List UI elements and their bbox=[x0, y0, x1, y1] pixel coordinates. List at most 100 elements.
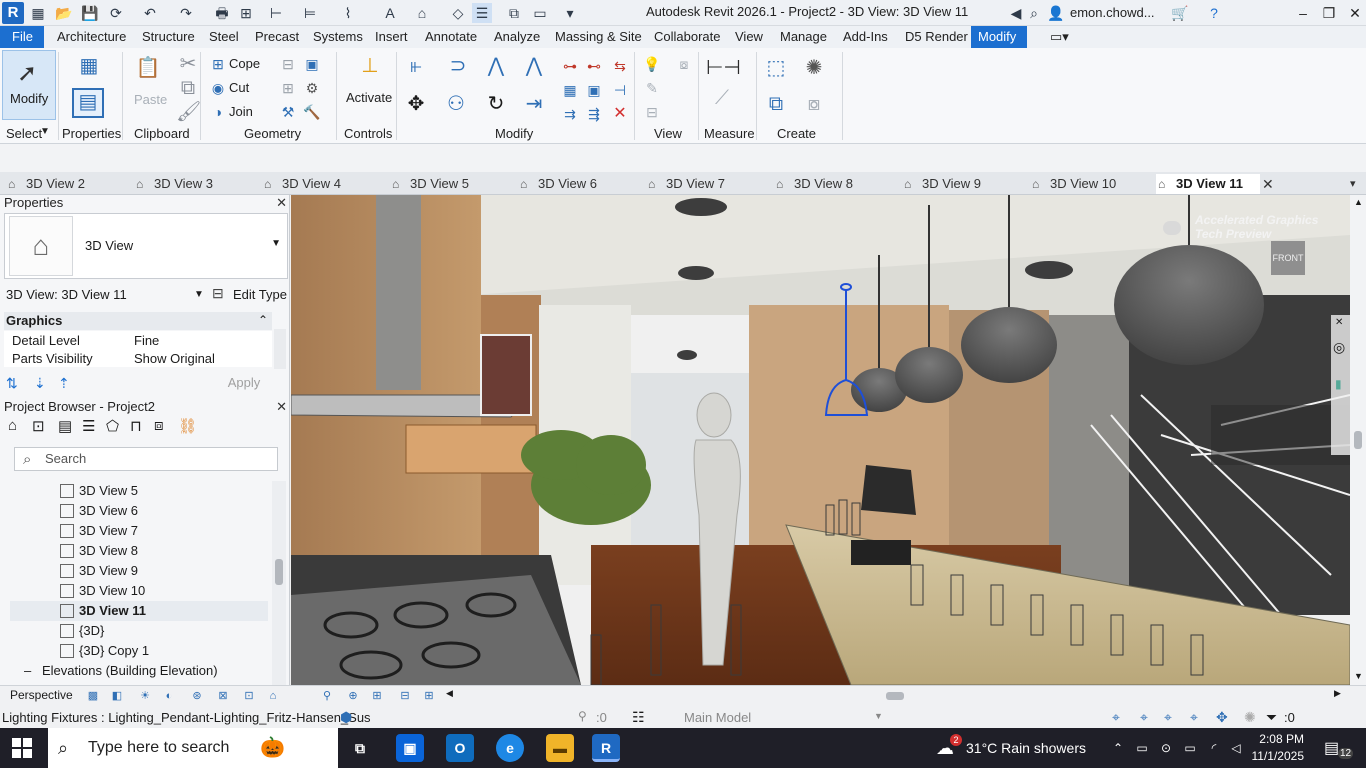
tab-d5-render[interactable]: D5 Render bbox=[899, 26, 974, 48]
join-icon[interactable]: ◑ bbox=[206, 100, 230, 124]
render-icon[interactable]: ⊛ bbox=[190, 689, 204, 703]
edge-icon[interactable]: e bbox=[496, 734, 524, 762]
help-icon[interactable]: ? bbox=[1204, 3, 1224, 23]
pin-icon[interactable]: ⊣ bbox=[608, 78, 632, 102]
taskbar-search-input[interactable]: ⌕ Type here to search 🎃 bbox=[48, 728, 338, 768]
select-underlay-icon[interactable]: ⌖ bbox=[1140, 709, 1148, 726]
sheets-icon[interactable]: ▤ bbox=[58, 417, 72, 435]
design-options-icon[interactable]: ☷ bbox=[632, 709, 645, 726]
hide-element-icon[interactable]: 💡 bbox=[640, 52, 664, 76]
highlight-displacement-icon[interactable]: ⊞ bbox=[422, 689, 436, 703]
type-selector[interactable]: ⌂ 3D View ▼ bbox=[4, 213, 288, 279]
mirror-draw-icon[interactable]: ⋀ bbox=[522, 54, 546, 78]
cut-label[interactable]: Cut bbox=[229, 80, 249, 95]
align-icon[interactable]: ⫦ bbox=[404, 54, 428, 78]
cart-icon[interactable]: 🛒 bbox=[1170, 3, 1190, 23]
view-tab-3d-view-7[interactable]: ⌂ 3D View 7 bbox=[646, 174, 725, 194]
tab-add-ins[interactable]: Add-Ins bbox=[837, 26, 894, 48]
tree-item-3d[interactable]: {3D} bbox=[10, 621, 268, 641]
revit-taskbar-icon[interactable]: R bbox=[592, 734, 620, 762]
create-assembly-icon[interactable]: ⬚ bbox=[762, 56, 790, 80]
select-by-face-icon[interactable]: ⌖ bbox=[1190, 709, 1198, 726]
tab-annotate[interactable]: Annotate bbox=[419, 26, 483, 48]
measure-qat-icon[interactable]: ⊢ bbox=[266, 3, 286, 23]
task-view-icon[interactable]: ⧉ bbox=[346, 734, 374, 762]
worksets-icon[interactable]: ⚲ bbox=[578, 709, 587, 723]
tree-item-3d-view-10[interactable]: 3D View 10 bbox=[10, 581, 268, 601]
tree-item-3d-view-11[interactable]: 3D View 11 bbox=[10, 601, 268, 621]
shadows-icon[interactable]: ◐ bbox=[162, 689, 176, 703]
home-icon[interactable]: ▦ bbox=[28, 3, 48, 23]
sort-icon[interactable]: ⇅ bbox=[6, 375, 18, 392]
tab-insert[interactable]: Insert bbox=[369, 26, 414, 48]
selection-box-icon[interactable]: ⊟ bbox=[640, 100, 664, 124]
scroll-down-icon[interactable]: ▼ bbox=[1354, 671, 1363, 681]
edit-type-button[interactable]: Edit Type bbox=[233, 287, 287, 302]
create-similar-icon[interactable]: ⧇ bbox=[800, 92, 828, 116]
link-chain-icon[interactable]: ⛓ bbox=[178, 417, 197, 435]
prop-row-detail-level[interactable]: Detail Level Fine bbox=[4, 331, 272, 349]
tree-item-3d-view-8[interactable]: 3D View 8 bbox=[10, 541, 268, 561]
chevron-down-icon[interactable]: ▼ bbox=[874, 711, 883, 721]
delete-icon[interactable]: ✕ bbox=[608, 102, 632, 126]
tab-analyze[interactable]: Analyze bbox=[488, 26, 546, 48]
clock-time[interactable]: 2:08 PM bbox=[1254, 732, 1304, 746]
move-icon[interactable]: ✥ bbox=[404, 92, 428, 116]
paste-label[interactable]: Paste bbox=[134, 92, 167, 107]
save-icon[interactable]: 💾 bbox=[80, 3, 100, 23]
cope-icon[interactable]: ⊞ bbox=[206, 52, 230, 76]
linework-icon[interactable]: ✎ bbox=[640, 76, 664, 100]
close-icon[interactable]: ✕ bbox=[1335, 317, 1343, 328]
graphics-toggle[interactable] bbox=[1163, 221, 1181, 235]
cut-profile-icon[interactable]: ⚒ bbox=[276, 100, 300, 124]
show-crop-icon[interactable]: ⊡ bbox=[242, 689, 256, 703]
3d-viewport[interactable]: Accelerated Graphics Tech Preview FRONT … bbox=[291, 195, 1350, 685]
sheet-icon[interactable]: ⊞ bbox=[236, 3, 256, 23]
open-icon[interactable]: 📂 bbox=[54, 3, 74, 23]
cut-icon[interactable]: ◉ bbox=[206, 76, 230, 100]
sync-icon[interactable]: ⟳ bbox=[106, 3, 126, 23]
tree-item-3d-view-6[interactable]: 3D View 6 bbox=[10, 501, 268, 521]
activate-controls-icon[interactable]: ⊥ bbox=[356, 54, 384, 78]
visual-style-icon[interactable]: ◧ bbox=[110, 689, 124, 703]
prop-value[interactable]: Fine bbox=[134, 333, 159, 348]
tab-file[interactable]: File bbox=[0, 26, 44, 48]
minimize-button[interactable]: – bbox=[1290, 3, 1316, 23]
dimension-icon[interactable]: ⟋ bbox=[706, 86, 738, 110]
file-explorer-icon[interactable]: ▬ bbox=[546, 734, 574, 762]
properties-scrollbar[interactable] bbox=[274, 329, 286, 369]
zoom-icon[interactable]: ▮ bbox=[1335, 377, 1342, 391]
chevron-left-icon[interactable]: ◀ bbox=[1006, 3, 1026, 23]
user-icon[interactable]: 👤 bbox=[1046, 3, 1066, 23]
type-properties-icon[interactable]: ▦ bbox=[74, 54, 104, 78]
dimension-qat-icon[interactable]: ⊨ bbox=[300, 3, 320, 23]
tag-qat-icon[interactable]: ⌇ bbox=[338, 3, 358, 23]
trim-single-icon[interactable]: ⇶ bbox=[582, 102, 606, 126]
browser-scrollbar[interactable] bbox=[272, 481, 286, 685]
chevron-down-icon[interactable]: ▼ bbox=[271, 238, 281, 249]
temporary-hide-icon[interactable]: ⚲ bbox=[320, 689, 334, 703]
links-icon[interactable]: ⧈ bbox=[154, 417, 164, 434]
notifications-icon[interactable]: ▤ bbox=[1324, 738, 1339, 758]
tree-item-3d-copy-1[interactable]: {3D} Copy 1 bbox=[10, 641, 268, 661]
view-tab-3d-view-10[interactable]: ⌂ 3D View 10 bbox=[1030, 174, 1116, 194]
scale-icon[interactable]: ▣ bbox=[582, 78, 606, 102]
sun-path-icon[interactable]: ☀ bbox=[138, 689, 152, 703]
tab-collaborate[interactable]: Collaborate bbox=[648, 26, 727, 48]
scissors-icon[interactable]: ✂ bbox=[176, 52, 200, 76]
binoculars-icon[interactable]: ⌕ bbox=[1024, 3, 1044, 23]
record-icon[interactable]: ⊙ bbox=[1158, 740, 1174, 756]
demolish-icon[interactable]: ⚙ bbox=[300, 76, 324, 100]
tab-structure[interactable]: Structure bbox=[136, 26, 201, 48]
meet-icon[interactable]: ▭ bbox=[1134, 740, 1150, 756]
detail-level-icon[interactable]: ▩ bbox=[86, 689, 100, 703]
array-icon[interactable]: ▦ bbox=[558, 78, 582, 102]
view-tab-3d-view-11[interactable]: ⌂ 3D View 11 bbox=[1156, 174, 1260, 194]
section-qat-icon[interactable]: ◇ bbox=[448, 3, 468, 23]
wall-joins-icon[interactable]: ▣ bbox=[300, 52, 324, 76]
paint-icon[interactable]: ⊞ bbox=[276, 76, 300, 100]
offset-icon[interactable]: ⊃ bbox=[442, 54, 474, 78]
viewport-horizontal-scrollbar[interactable]: ◀ ▶ bbox=[446, 688, 1346, 702]
override-graphics-icon[interactable]: ⧇ bbox=[672, 52, 696, 76]
copy-icon[interactable]: ⧉ bbox=[176, 76, 200, 100]
